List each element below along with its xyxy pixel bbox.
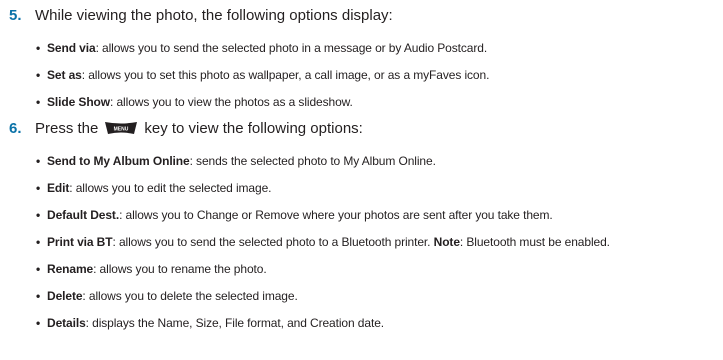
bullet-dot: • [36,154,41,168]
menu-key-icon: MENU [105,121,138,134]
bullet-dot: • [36,208,41,222]
option-term: Default Dest. [47,208,120,222]
step-number: 6. [9,120,22,137]
option-term: Delete [47,289,83,303]
note-desc: : Bluetooth must be enabled. [459,235,610,249]
option-desc: : allows you to delete the selected imag… [82,289,298,303]
bullet-dot: • [36,41,41,55]
option-desc: : sends the selected photo to My Album O… [189,154,436,168]
list-item-default-dest: • Default Dest.: allows you to Change or … [36,207,553,223]
list-item-edit: • Edit: allows you to edit the selected i… [36,180,271,196]
manual-page: 5. While viewing the photo, the followin… [0,0,723,360]
option-desc: : allows you to Change or Remove where y… [119,208,553,222]
bullet-dot: • [36,316,41,330]
step-text-after: key to view the following options: [144,120,363,137]
bullet-dot: • [36,95,41,109]
option-term: Rename [47,262,94,276]
list-item-delete: • Delete: allows you to delete the select… [36,288,298,304]
list-item-send-to-my-album-online: • Send to My Album Online: sends the sele… [36,153,436,169]
option-desc: : allows you to rename the photo. [93,262,267,276]
option-term: Send to My Album Online [47,154,190,168]
bullet-dot: • [36,262,41,276]
list-item-slide-show: • Slide Show: allows you to view the phot… [36,94,353,110]
step-text-before: Press the [35,120,99,137]
list-item-rename: • Rename: allows you to rename the photo. [36,261,267,277]
list-item-set-as: • Set as: allows you to set this photo as… [36,67,489,83]
option-desc: : displays the Name, Size, File format, … [85,316,384,330]
option-desc: : allows you to send the selected photo … [95,41,488,55]
menu-key-label: MENU [114,126,129,132]
option-term: Edit [47,181,70,195]
option-term: Set as [47,68,82,82]
option-desc: : allows you to edit the selected image. [69,181,272,195]
option-term: Slide Show [47,95,111,109]
bullet-dot: • [36,289,41,303]
list-item-print-via-bt: • Print via BT: allows you to send the se… [36,234,610,250]
option-desc: : allows you to send the selected photo … [112,235,431,249]
step-number: 5. [9,7,22,24]
list-item-details: • Details: displays the Name, Size, File … [36,315,384,331]
step-text: Press the MENU key to view the following… [35,119,363,139]
bullet-dot: • [36,235,41,249]
option-term: Details [47,316,86,330]
step-text: While viewing the photo, the following o… [35,7,393,24]
option-term: Send via [47,41,96,55]
option-desc: : allows you to view the photos as a sli… [110,95,353,109]
bullet-dot: • [36,68,41,82]
option-term: Print via BT [47,235,113,249]
list-item-send-via: • Send via: allows you to send the select… [36,40,487,56]
bullet-dot: • [36,181,41,195]
option-desc: : allows you to set this photo as wallpa… [81,68,490,82]
note-term: Note [433,235,460,249]
